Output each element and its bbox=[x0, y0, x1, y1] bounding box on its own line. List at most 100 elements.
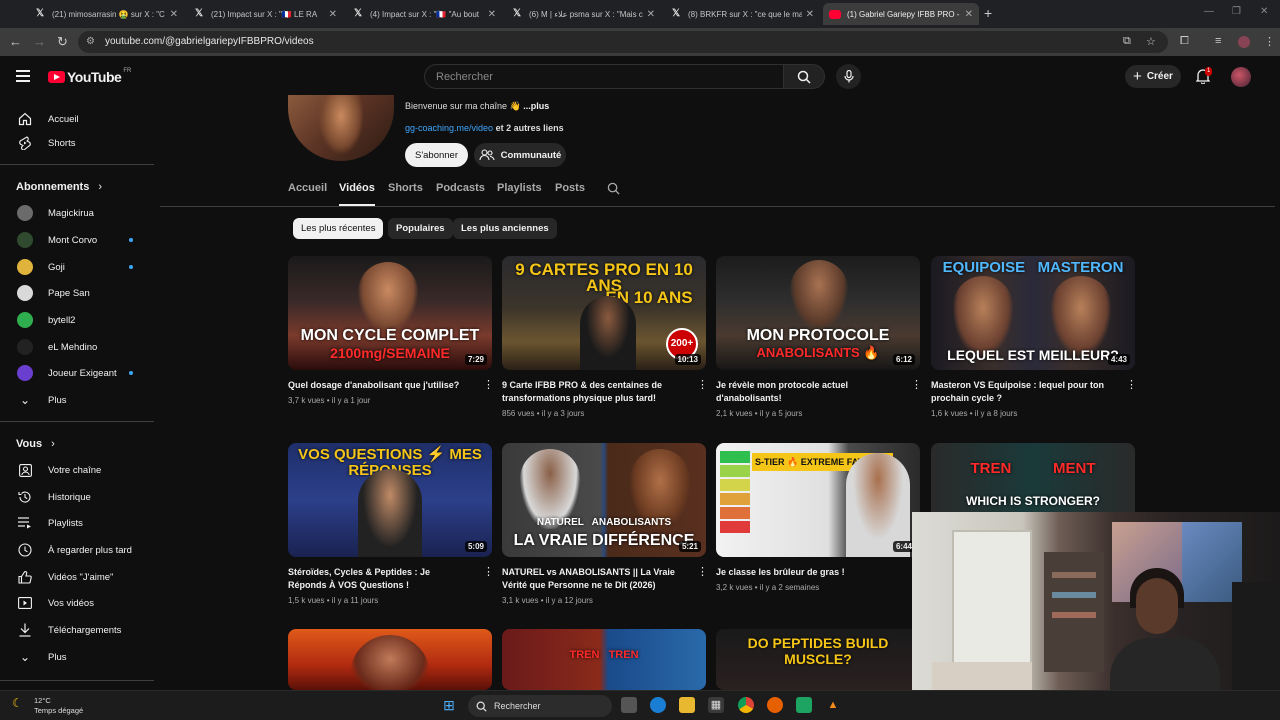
sidebar-item-history[interactable]: Historique bbox=[0, 484, 154, 510]
video-card[interactable]: 9 CARTES PRO EN 10 ANS EN 10 ANS 200+ 10… bbox=[502, 256, 708, 418]
video-thumbnail[interactable]: EQUIPOISE MASTERON LEQUEL EST MEILLEUR? … bbox=[931, 256, 1135, 370]
reload-icon[interactable]: ↻ bbox=[57, 34, 68, 50]
close-tab-icon[interactable]: ✕ bbox=[329, 9, 337, 20]
sidebar-subscription[interactable]: eL Mehdino bbox=[0, 334, 154, 360]
video-card[interactable]: NATUREL ANABOLISANTS LA VRAIE DIFFÉRENCE… bbox=[502, 443, 708, 605]
chip-oldest[interactable]: Les plus anciennes bbox=[453, 218, 557, 239]
browser-tab-active[interactable]: (1) Gabriel Gariepy IFBB PRO - Y ✕ bbox=[823, 3, 979, 25]
browser-tab[interactable]: 𝕏 (6) M | ﻋﻼء psma sur X : "Mais c ✕ bbox=[505, 3, 661, 25]
app-icon[interactable] bbox=[796, 697, 812, 713]
search-input[interactable] bbox=[425, 65, 783, 89]
browser-tab[interactable]: 𝕏 (21) Impact sur X : "🇫🇷 LE RA ✕ bbox=[187, 3, 343, 25]
video-card[interactable]: MON PROTOCOLE ANABOLISANTS 🔥 6:12 Je rév… bbox=[716, 256, 922, 418]
video-title[interactable]: Quel dosage d'anabolisant que j'utilise? bbox=[288, 379, 466, 392]
sidebar-item-your-channel[interactable]: Votre chaîne bbox=[0, 457, 154, 483]
profile-avatar[interactable] bbox=[1238, 36, 1250, 48]
sidebar-item-downloads[interactable]: Téléchargements bbox=[0, 617, 154, 643]
weather-widget[interactable]: ☾ 12°C Temps dégagé bbox=[12, 696, 83, 716]
hamburger-menu-icon[interactable] bbox=[16, 70, 30, 85]
chip-most-recent[interactable]: Les plus récentes bbox=[293, 218, 384, 239]
tab-accueil[interactable]: Accueil bbox=[288, 182, 327, 206]
sidebar-subscription[interactable]: Joueur Exigeant bbox=[0, 360, 154, 386]
sidebar-subscription[interactable]: Pape San bbox=[0, 280, 154, 306]
close-tab-icon[interactable]: ✕ bbox=[806, 9, 814, 20]
maximize-icon[interactable]: ❐ bbox=[1232, 6, 1241, 17]
sidebar-item-shorts[interactable]: Shorts bbox=[0, 130, 154, 156]
browser-menu-icon[interactable]: ⋮ bbox=[1264, 35, 1275, 48]
video-options-icon[interactable]: ⋮ bbox=[911, 380, 922, 391]
video-options-icon[interactable]: ⋮ bbox=[1126, 380, 1137, 391]
video-thumbnail[interactable] bbox=[288, 629, 492, 690]
close-tab-icon[interactable]: ✕ bbox=[488, 9, 496, 20]
media-icon[interactable]: ≡ bbox=[1215, 35, 1221, 47]
tab-shorts[interactable]: Shorts bbox=[388, 182, 423, 206]
channel-avatar-large[interactable] bbox=[288, 95, 394, 161]
sidebar-item-playlists[interactable]: Playlists bbox=[0, 510, 154, 536]
sidebar-you-more[interactable]: ⌄ Plus bbox=[0, 644, 154, 670]
video-card[interactable]: S-TIER 🔥 EXTREME FAT LOSS 6:44 Je classe… bbox=[716, 443, 922, 592]
video-card[interactable]: TREN TREN bbox=[502, 629, 706, 690]
vlc-icon[interactable]: ▲ bbox=[825, 697, 841, 713]
video-thumbnail[interactable]: NATUREL ANABOLISANTS LA VRAIE DIFFÉRENCE… bbox=[502, 443, 706, 557]
subscriptions-heading[interactable]: Abonnements › bbox=[16, 181, 102, 193]
channel-search-button[interactable] bbox=[607, 182, 620, 206]
sidebar-item-watch-later[interactable]: À regarder plus tard bbox=[0, 537, 154, 563]
browser-tab[interactable]: 𝕏 (4) Impact sur X : "🇫🇷 "Au bout ✕ bbox=[346, 3, 502, 25]
sidebar-subscription[interactable]: Mont Corvo bbox=[0, 227, 154, 253]
video-title[interactable]: Je révèle mon protocole actuel d'anaboli… bbox=[716, 379, 894, 405]
video-title[interactable]: Masteron VS Equipoise : lequel pour ton … bbox=[931, 379, 1109, 405]
search-button[interactable] bbox=[783, 64, 825, 89]
chrome-icon[interactable] bbox=[738, 697, 754, 713]
close-tab-icon[interactable]: ✕ bbox=[170, 9, 178, 20]
video-thumbnail[interactable]: 9 CARTES PRO EN 10 ANS EN 10 ANS 200+ 10… bbox=[502, 256, 706, 370]
tab-playlists[interactable]: Playlists bbox=[497, 182, 542, 206]
chip-popular[interactable]: Populaires bbox=[388, 218, 453, 239]
more-link[interactable]: ...plus bbox=[523, 101, 549, 111]
forward-icon[interactable]: → bbox=[33, 34, 46, 49]
taskbar-search[interactable]: Rechercher bbox=[468, 695, 612, 717]
sidebar-subscription[interactable]: Goji bbox=[0, 254, 154, 280]
close-tab-icon[interactable]: ✕ bbox=[647, 9, 655, 20]
file-explorer-icon[interactable] bbox=[679, 697, 695, 713]
video-thumbnail[interactable]: VOS QUESTIONS ⚡ MES RÉPONSES 5:09 bbox=[288, 443, 492, 557]
task-view-icon[interactable] bbox=[621, 697, 637, 713]
close-window-icon[interactable]: ✕ bbox=[1260, 6, 1268, 17]
tab-podcasts[interactable]: Podcasts bbox=[436, 182, 485, 206]
video-title[interactable]: Stéroïdes, Cycles & Peptides : Je Répond… bbox=[288, 566, 466, 592]
create-button[interactable]: + Créer bbox=[1125, 65, 1181, 88]
channel-link[interactable]: gg-coaching.me/video bbox=[405, 123, 493, 133]
cast-icon[interactable]: ⧉ bbox=[1123, 35, 1131, 48]
sidebar-subs-more[interactable]: ⌄ Plus bbox=[0, 387, 154, 413]
video-card[interactable]: VOS QUESTIONS ⚡ MES RÉPONSES 5:09 Stéroï… bbox=[288, 443, 494, 605]
site-info-icon[interactable]: ⚙ bbox=[86, 36, 95, 47]
voice-search-button[interactable] bbox=[836, 64, 861, 89]
channel-description[interactable]: Bienvenue sur ma chaîne 👋 ...plus bbox=[405, 101, 549, 112]
video-thumbnail[interactable]: MON CYCLE COMPLET 2100mg/SEMAINE 7:29 bbox=[288, 256, 492, 370]
sidebar-subscription[interactable]: Magickirua bbox=[0, 200, 154, 226]
video-card[interactable] bbox=[288, 629, 492, 690]
video-thumbnail[interactable]: TREN TREN bbox=[502, 629, 706, 690]
browser-tab[interactable]: 𝕏 (8) BRKFR sur X : "ce que le mar ✕ bbox=[664, 3, 820, 25]
windows-start-icon[interactable]: ⊞ bbox=[441, 697, 457, 713]
video-options-icon[interactable]: ⋮ bbox=[483, 380, 494, 391]
more-links[interactable]: et 2 autres liens bbox=[496, 123, 564, 133]
back-icon[interactable]: ← bbox=[9, 34, 22, 49]
video-title[interactable]: Je classe les brûleur de gras ! bbox=[716, 566, 894, 579]
browser-tab[interactable]: 𝕏 (21) mimosarrasin 🤮 sur X : "C ✕ bbox=[28, 3, 184, 25]
video-card[interactable]: DO PEPTIDES BUILD MUSCLE? bbox=[716, 629, 920, 690]
video-options-icon[interactable]: ⋮ bbox=[697, 567, 708, 578]
edge-icon[interactable] bbox=[650, 697, 666, 713]
close-tab-icon[interactable]: ✕ bbox=[965, 9, 973, 20]
account-avatar[interactable] bbox=[1231, 67, 1251, 87]
video-thumbnail[interactable]: S-TIER 🔥 EXTREME FAT LOSS 6:44 bbox=[716, 443, 920, 557]
video-title[interactable]: 9 Carte IFBB PRO & des centaines de tran… bbox=[502, 379, 680, 405]
extensions-icon[interactable]: ⧠ bbox=[1180, 35, 1189, 48]
sidebar-item-liked-videos[interactable]: Vidéos "J'aime" bbox=[0, 564, 154, 590]
bookmark-star-icon[interactable]: ☆ bbox=[1146, 35, 1156, 48]
community-button[interactable]: Communauté bbox=[474, 143, 566, 167]
minimize-icon[interactable]: — bbox=[1204, 6, 1214, 17]
you-heading[interactable]: Vous › bbox=[16, 438, 55, 450]
sidebar-subscription[interactable]: bytell2 bbox=[0, 307, 154, 333]
tab-posts[interactable]: Posts bbox=[555, 182, 585, 206]
video-thumbnail[interactable]: DO PEPTIDES BUILD MUSCLE? bbox=[716, 629, 920, 690]
